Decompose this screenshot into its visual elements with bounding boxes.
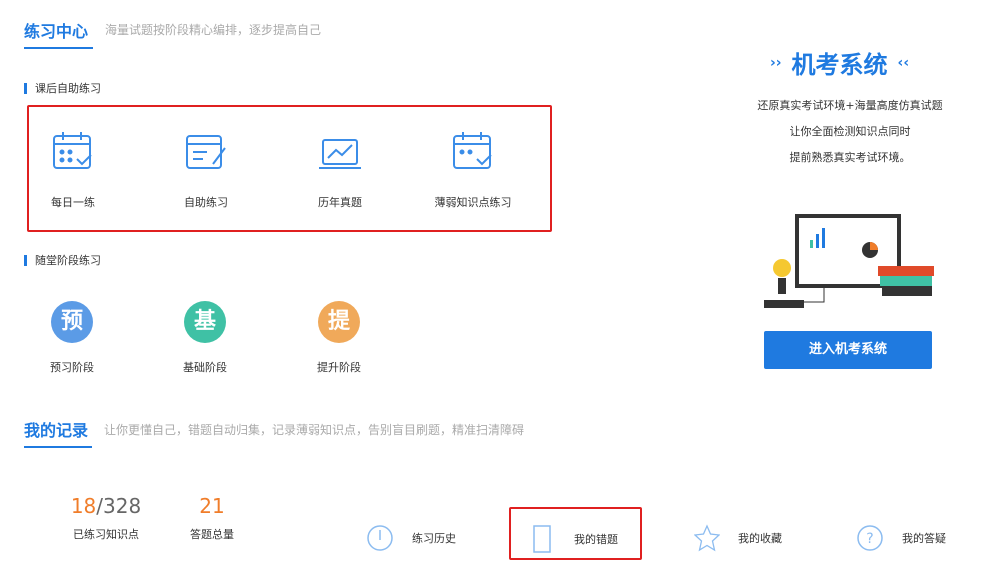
desc-line: 提前熟悉真实考试环境。 [789,151,911,164]
notebook-pen-icon [186,135,226,169]
enter-exam-button[interactable]: 进入机考系统 [764,331,932,369]
clock-icon [367,525,393,551]
stat-value: 21 [199,494,225,518]
calendar-check-icon [453,132,492,169]
exam-title-row: ›› 机考系统 ‹‹ [770,45,909,80]
practice-center-title: 练习中心 [24,22,89,41]
exam-title: 机考系统 [791,51,888,79]
document-icon [533,525,551,553]
chevron-left-icon: ‹‹ [897,54,910,71]
link-label: 我的收藏 [738,532,782,545]
chevron-right-icon: ›› [770,54,782,71]
questions-link[interactable]: ? 我的答疑 [856,524,946,552]
item-label: 自助练习 [184,196,228,209]
stage-basic[interactable]: 基基础阶段 [160,301,250,375]
records-subtitle: 让你更懂自己，错题自动归集，记录薄弱知识点，告别盲目刷题，精准扫清障碍 [104,423,525,437]
daily-practice[interactable]: 每日一练 [28,128,118,210]
stat-knowledge-points: 18/328 已练习知识点 [58,494,154,542]
link-label: 我的答疑 [902,532,946,545]
question-icon: ? [857,525,883,551]
wrong-questions-link[interactable]: 我的错题 [530,524,618,554]
stat-label: 已练习知识点 [73,528,139,541]
exam-description: 还原真实考试环境+海量高度仿真试题 让你全面检测知识点同时 提前熟悉真实考试环境。 [740,93,960,171]
desc-line: 还原真实考试环境+海量高度仿真试题 [757,99,943,112]
item-label: 历年真题 [318,196,362,209]
stat-total: /328 [96,494,142,518]
favorites-link[interactable]: 我的收藏 [694,524,782,552]
advanced-badge: 提 [318,301,360,343]
star-icon [694,524,720,552]
basic-badge: 基 [184,301,226,343]
item-label: 每日一练 [51,196,95,209]
after-class-heading: 课后自助练习 [24,83,101,94]
stat-label: 答题总量 [190,528,234,541]
desc-line: 让你全面检测知识点同时 [789,125,911,138]
item-label: 预习阶段 [50,361,94,374]
stage-advanced[interactable]: 提提升阶段 [294,301,384,375]
calendar-check-icon [53,132,92,169]
stat-value: 18 [70,494,97,518]
title-underline [24,446,92,448]
stage-heading: 随堂阶段练习 [24,255,101,266]
self-practice[interactable]: 自助练习 [161,128,251,210]
title-underline [24,47,93,49]
svg-text:?: ? [866,531,873,547]
weak-points-practice[interactable]: 薄弱知识点练习 [428,128,518,210]
link-label: 我的错题 [574,533,618,546]
practice-history-link[interactable]: 练习历史 [366,524,456,552]
link-label: 练习历史 [412,532,456,545]
laptop-chart-icon [319,139,361,169]
item-label: 薄弱知识点练习 [434,196,512,209]
item-label: 提升阶段 [317,361,361,374]
stat-answers: 21 答题总量 [172,494,252,542]
practice-center-subtitle: 海量试题按阶段精心编排，逐步提高自己 [105,23,322,37]
past-exams[interactable]: 历年真题 [295,128,385,210]
item-label: 基础阶段 [183,361,227,374]
preview-badge: 预 [51,301,93,343]
stage-preview[interactable]: 预预习阶段 [27,301,117,375]
records-title: 我的记录 [24,421,89,440]
exam-illustration [764,214,934,308]
